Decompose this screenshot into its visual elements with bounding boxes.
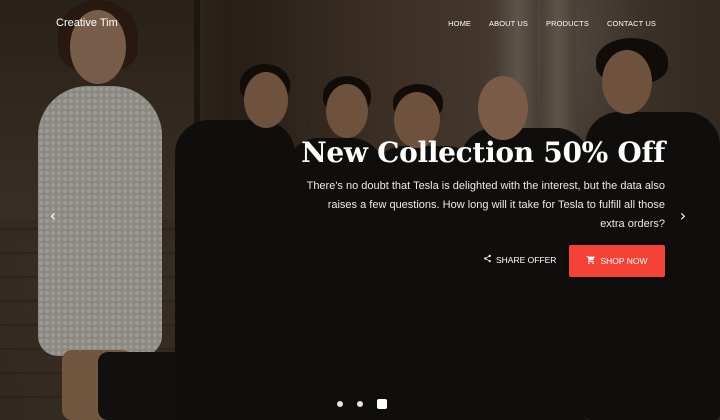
chevron-right-icon: › xyxy=(679,206,687,225)
nav-item-about-us[interactable]: ABOUT US xyxy=(489,19,528,28)
chevron-left-icon: ‹ xyxy=(49,206,57,225)
carousel-prev-button[interactable]: ‹ xyxy=(46,207,60,225)
share-offer-button[interactable]: SHARE OFFER xyxy=(483,254,556,265)
hero-carousel: Creative Tim HOME ABOUT US PRODUCTS CONT… xyxy=(0,0,720,420)
navbar: Creative Tim HOME ABOUT US PRODUCTS CONT… xyxy=(0,0,720,48)
carousel-indicators xyxy=(337,399,387,409)
nav-item-contact-us[interactable]: CONTACT US xyxy=(607,19,656,28)
carousel-next-button[interactable]: › xyxy=(676,207,690,225)
shop-now-label: SHOP NOW xyxy=(600,256,648,266)
nav-menu: HOME ABOUT US PRODUCTS CONTACT US xyxy=(448,19,656,28)
brand-logo[interactable]: Creative Tim xyxy=(56,17,118,29)
nav-item-products[interactable]: PRODUCTS xyxy=(546,19,589,28)
hero-title: New Collection 50% Off xyxy=(301,136,665,169)
share-offer-label: SHARE OFFER xyxy=(496,254,557,265)
share-icon xyxy=(483,254,492,265)
nav-item-home[interactable]: HOME xyxy=(448,19,471,28)
carousel-indicator-1[interactable] xyxy=(337,401,343,407)
shopping-cart-icon xyxy=(586,255,596,267)
carousel-indicator-2[interactable] xyxy=(357,401,363,407)
carousel-indicator-3[interactable] xyxy=(377,399,387,409)
hero-description: There's no doubt that Tesla is delighted… xyxy=(306,180,665,230)
shop-now-button[interactable]: SHOP NOW xyxy=(569,245,665,277)
